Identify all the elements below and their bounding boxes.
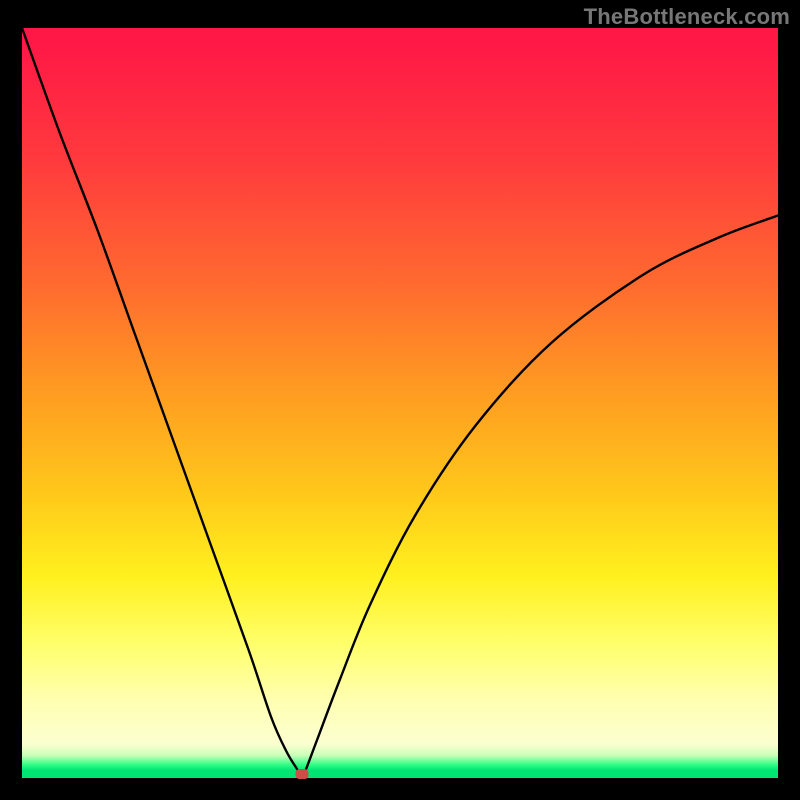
watermark-text: TheBottleneck.com <box>584 4 790 30</box>
chart-stage: TheBottleneck.com <box>0 0 800 800</box>
plot-area <box>22 28 778 778</box>
minimum-point-marker <box>295 769 308 779</box>
bottleneck-curve <box>22 28 778 778</box>
